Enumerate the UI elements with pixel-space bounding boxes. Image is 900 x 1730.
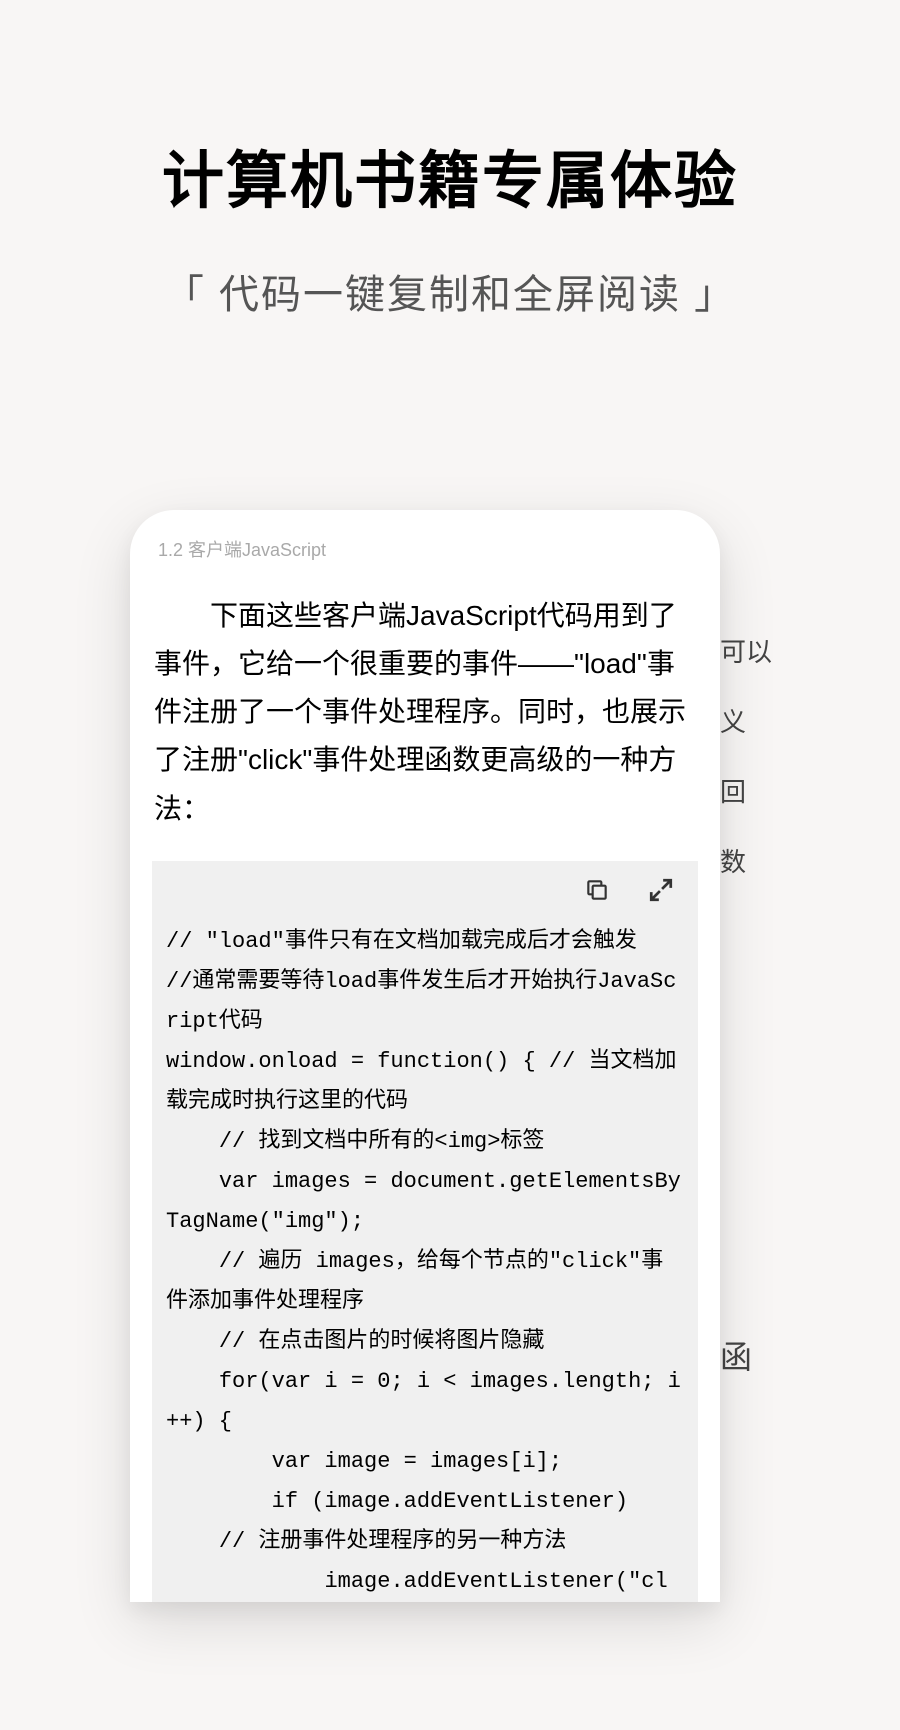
bg-text: 可以	[720, 632, 772, 669]
bg-text: 函	[720, 1332, 752, 1378]
code-block: // "load"事件只有在文档加载完成后才会触发 //通常需要等待load事件…	[152, 861, 698, 1603]
fullscreen-icon[interactable]	[648, 877, 674, 908]
copy-icon[interactable]	[584, 877, 610, 908]
bg-text: 数	[720, 842, 746, 879]
hero-title: 计算机书籍专属体验	[0, 130, 900, 220]
bg-text: 义	[720, 702, 746, 739]
code-toolbar	[166, 877, 684, 922]
hero-subtitle: 「 代码一键复制和全屏阅读 」	[0, 262, 900, 320]
body-paragraph: 下面这些客户端JavaScript代码用到了事件，它给一个很重要的事件——"lo…	[152, 592, 698, 833]
code-content: // "load"事件只有在文档加载完成后才会触发 //通常需要等待load事件…	[166, 922, 684, 1603]
background-layer: 可以 义 回 数 函	[720, 560, 780, 1730]
reader-frame: 1.2 客户端JavaScript 下面这些客户端JavaScript代码用到了…	[130, 510, 720, 1602]
chapter-label: 1.2 客户端JavaScript	[158, 536, 698, 562]
bg-text: 回	[720, 772, 746, 809]
